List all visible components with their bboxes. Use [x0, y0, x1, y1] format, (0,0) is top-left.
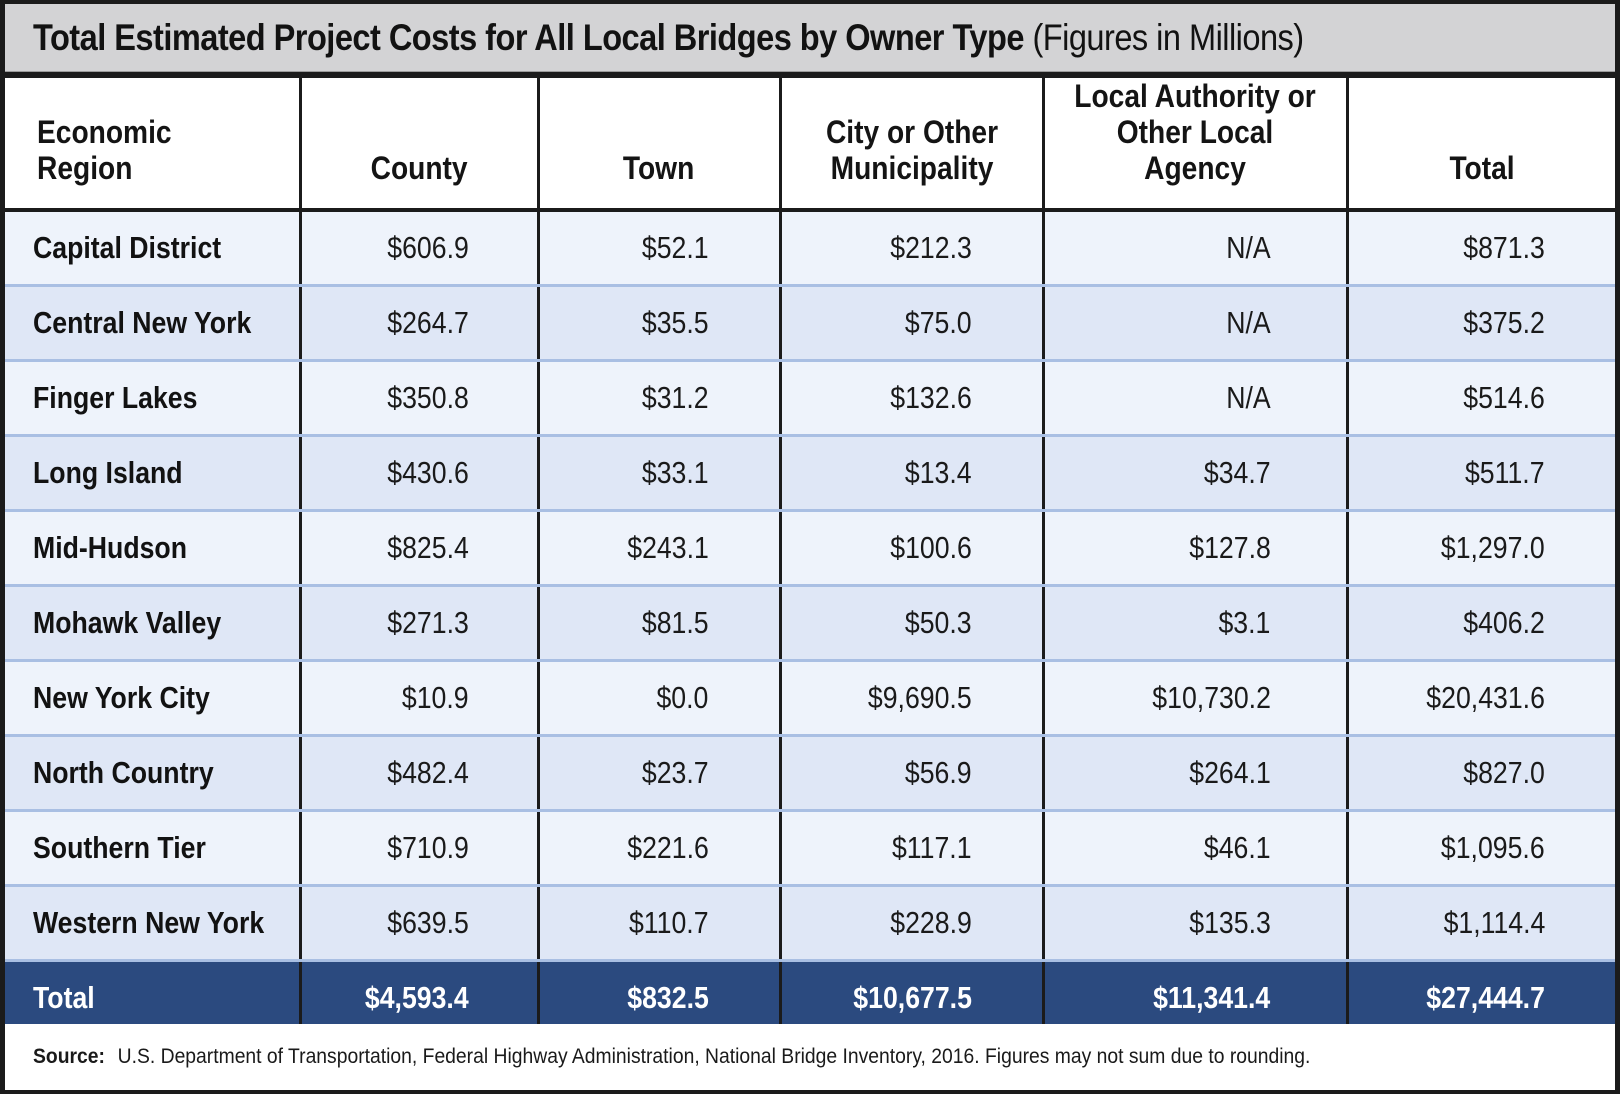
cell-total: $375.2 — [1345, 285, 1615, 362]
table-title-units: (Figures in Millions) — [1032, 16, 1304, 58]
cell-town: $81.5 — [536, 585, 780, 662]
cell-authority: $10,730.2 — [1041, 660, 1347, 737]
cell-county: $430.6 — [298, 435, 538, 512]
table-row: Mid-Hudson $825.4 $243.1 $100.6 $127.8 $1,297… — [5, 510, 1615, 587]
cell-total: $511.7 — [1345, 435, 1615, 512]
cell-authority: $46.1 — [1041, 810, 1347, 887]
cell-town: $31.2 — [536, 360, 780, 437]
cell-town: $110.7 — [536, 885, 780, 962]
table-row: North Country $482.4 $23.7 $56.9 $264.1 $827.… — [5, 735, 1615, 812]
cell-town: $52.1 — [536, 210, 780, 287]
source-note: Source: U.S. Department of Transportatio… — [5, 1024, 1615, 1090]
cell-region: Central New York — [5, 285, 300, 362]
cell-county: $271.3 — [298, 585, 538, 662]
table-row: Central New York $264.7 $35.5 $75.0 N/A $375.… — [5, 285, 1615, 362]
totals-town: $832.5 — [536, 960, 780, 1034]
table-title: Total Estimated Project Costs for All Lo… — [33, 17, 1304, 59]
bridge-costs-table: Economic Region County Town City or Othe… — [5, 78, 1615, 1034]
cell-city: $117.1 — [778, 810, 1043, 887]
header-total: Total — [1345, 78, 1615, 212]
cell-authority: $264.1 — [1041, 735, 1347, 812]
cell-town: $243.1 — [536, 510, 780, 587]
totals-row: Total $4,593.4 $832.5 $10,677.5 $11,341.… — [5, 960, 1615, 1034]
cell-total: $871.3 — [1345, 210, 1615, 287]
totals-label: Total — [5, 960, 300, 1034]
cell-city: $13.4 — [778, 435, 1043, 512]
cell-region: New York City — [5, 660, 300, 737]
cell-total: $827.0 — [1345, 735, 1615, 812]
cell-region: Western New York — [5, 885, 300, 962]
cell-region: Capital District — [5, 210, 300, 287]
cell-authority: N/A — [1041, 210, 1347, 287]
cell-region: Long Island — [5, 435, 300, 512]
cell-county: $825.4 — [298, 510, 538, 587]
cell-town: $0.0 — [536, 660, 780, 737]
cell-town: $221.6 — [536, 810, 780, 887]
cell-city: $100.6 — [778, 510, 1043, 587]
table-row: Capital District $606.9 $52.1 $212.3 N/A $871… — [5, 210, 1615, 287]
cell-total: $1,095.6 — [1345, 810, 1615, 887]
cell-county: $482.4 — [298, 735, 538, 812]
cell-city: $9,690.5 — [778, 660, 1043, 737]
cell-region: North Country — [5, 735, 300, 812]
totals-total: $27,444.7 — [1345, 960, 1615, 1034]
totals-city: $10,677.5 — [778, 960, 1043, 1034]
cell-city: $212.3 — [778, 210, 1043, 287]
table-row: Finger Lakes $350.8 $31.2 $132.6 N/A $514.6 — [5, 360, 1615, 437]
table-row: Mohawk Valley $271.3 $81.5 $50.3 $3.1 $406.2 — [5, 585, 1615, 662]
cell-county: $606.9 — [298, 210, 538, 287]
cell-town: $23.7 — [536, 735, 780, 812]
totals-county: $4,593.4 — [298, 960, 538, 1034]
source-text: U.S. Department of Transportation, Feder… — [117, 1045, 1311, 1068]
cell-region: Finger Lakes — [5, 360, 300, 437]
table-figure: Total Estimated Project Costs for All Lo… — [0, 0, 1620, 1094]
cell-authority: $3.1 — [1041, 585, 1347, 662]
header-economic-region: Economic Region — [5, 78, 300, 212]
header-county: County — [298, 78, 538, 212]
cell-total: $514.6 — [1345, 360, 1615, 437]
header-local-authority: Local Authority or Other Local Agency — [1041, 78, 1347, 212]
cell-county: $710.9 — [298, 810, 538, 887]
header-city-municipality: City or Other Municipality — [778, 78, 1043, 212]
cell-authority: $135.3 — [1041, 885, 1347, 962]
cell-total: $1,114.4 — [1345, 885, 1615, 962]
cell-city: $132.6 — [778, 360, 1043, 437]
cell-city: $56.9 — [778, 735, 1043, 812]
cell-town: $35.5 — [536, 285, 780, 362]
cell-city: $50.3 — [778, 585, 1043, 662]
cell-region: Southern Tier — [5, 810, 300, 887]
cell-county: $10.9 — [298, 660, 538, 737]
cell-total: $1,297.0 — [1345, 510, 1615, 587]
cell-authority: $127.8 — [1041, 510, 1347, 587]
cell-total: $406.2 — [1345, 585, 1615, 662]
cell-town: $33.1 — [536, 435, 780, 512]
cell-county: $639.5 — [298, 885, 538, 962]
cell-city: $75.0 — [778, 285, 1043, 362]
totals-authority: $11,341.4 — [1041, 960, 1347, 1034]
cell-region: Mid-Hudson — [5, 510, 300, 587]
header-row: Economic Region County Town City or Othe… — [5, 78, 1615, 212]
cell-authority: N/A — [1041, 360, 1347, 437]
table-row: Long Island $430.6 $33.1 $13.4 $34.7 $511.7 — [5, 435, 1615, 512]
header-town: Town — [536, 78, 780, 212]
table-row: New York City $10.9 $0.0 $9,690.5 $10,730.2 $… — [5, 660, 1615, 737]
table-title-bar: Total Estimated Project Costs for All Lo… — [5, 4, 1615, 72]
table-row: Southern Tier $710.9 $221.6 $117.1 $46.1 $1,0… — [5, 810, 1615, 887]
cell-county: $264.7 — [298, 285, 538, 362]
table-row: Western New York $639.5 $110.7 $228.9 $135.3… — [5, 885, 1615, 962]
source-label: Source: — [33, 1045, 105, 1068]
cell-city: $228.9 — [778, 885, 1043, 962]
table-title-main: Total Estimated Project Costs for All Lo… — [33, 16, 1024, 58]
cell-authority: $34.7 — [1041, 435, 1347, 512]
cell-total: $20,431.6 — [1345, 660, 1615, 737]
cell-authority: N/A — [1041, 285, 1347, 362]
cell-region: Mohawk Valley — [5, 585, 300, 662]
cell-county: $350.8 — [298, 360, 538, 437]
